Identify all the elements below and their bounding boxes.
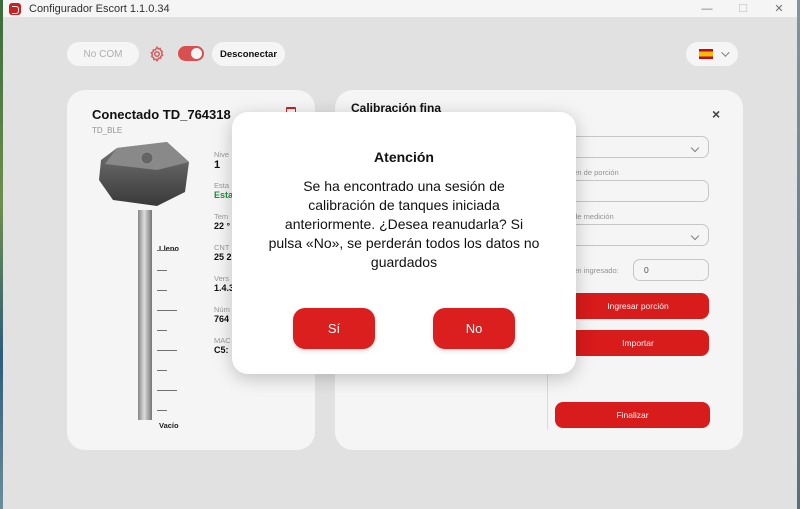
dialog-title: Atención	[374, 149, 434, 165]
dialog-message: Se ha encontrado una sesión de calibraci…	[268, 178, 540, 270]
no-button[interactable]: No	[433, 308, 515, 349]
app-window: Configurador Escort 1.1.0.34 — ☐ ✕ No CO…	[3, 0, 800, 509]
resume-session-dialog: Atención Se ha encontrado una sesión de …	[232, 112, 576, 374]
yes-button[interactable]: Sí	[293, 308, 375, 349]
